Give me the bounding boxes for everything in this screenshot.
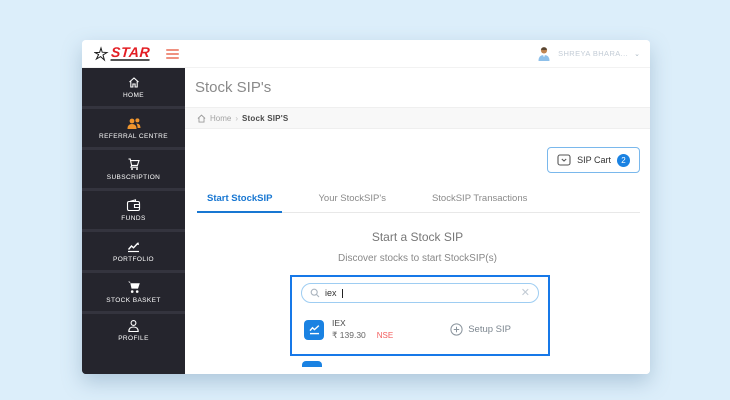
sidebar-item-stock-basket[interactable]: STOCK BASKET [82, 273, 185, 311]
user-name: SHREYA BHARA... [558, 49, 629, 58]
sidebar-item-home[interactable]: HOME [82, 68, 185, 106]
breadcrumb-current: Stock SIP'S [242, 113, 289, 123]
sip-cart-button[interactable]: SIP Cart 2 [547, 147, 640, 173]
setup-sip-button[interactable]: Setup SIP [450, 323, 511, 336]
sidebar: HOME REFERRAL CENTRE SUBSCRIPTION FUNDS … [82, 68, 185, 374]
cart-filled-icon [127, 281, 141, 294]
chevron-down-icon: ⌄ [634, 50, 640, 58]
sip-cart-label: SIP Cart [577, 155, 611, 165]
breadcrumb-home-link[interactable]: Home [210, 114, 231, 123]
breadcrumb-separator: › [235, 113, 239, 123]
breadcrumb-home-icon [197, 114, 206, 123]
tab-bar: Start StockSIP Your StockSIP's StockSIP … [197, 189, 640, 213]
breadcrumb: Home › Stock SIP'S [185, 107, 650, 129]
stock-price: ₹ 139.30 [332, 330, 366, 340]
section-subheading: Discover stocks to start StockSIP(s) [338, 253, 497, 264]
stock-exchange-badge: NSE [376, 331, 394, 340]
app-window: STAR SHREYA BHARA... ⌄ HOME REFERRAL CEN… [82, 40, 650, 374]
tab-stocksip-transactions[interactable]: StockSIP Transactions [422, 189, 537, 213]
topbar: STAR SHREYA BHARA... ⌄ [82, 40, 650, 68]
sidebar-item-profile[interactable]: PROFILE [82, 314, 185, 374]
people-icon [126, 117, 142, 130]
tab-start-stocksip[interactable]: Start StockSIP [197, 189, 283, 213]
sidebar-item-subscription[interactable]: SUBSCRIPTION [82, 150, 185, 188]
cart-outline-icon [127, 158, 141, 171]
search-input-value: iex [325, 288, 337, 298]
chart-icon [126, 240, 141, 253]
plus-circle-icon [450, 323, 463, 336]
search-highlight-box: iex ✕ IEX ₹ 139.30 NSE Setup SIP [290, 275, 550, 356]
stock-chart-icon [304, 319, 324, 340]
sip-cart-count-badge: 2 [617, 153, 630, 167]
brand-logo-text: STAR [110, 44, 151, 61]
text-caret [341, 288, 343, 298]
star-logo-icon [94, 45, 109, 62]
main-content: Stock SIP's Home › Stock SIP'S SIP Cart … [185, 68, 650, 374]
stock-search-input[interactable]: iex ✕ [301, 283, 539, 303]
clear-search-icon[interactable]: ✕ [521, 287, 530, 299]
user-menu[interactable]: SHREYA BHARA... ⌄ [536, 45, 640, 62]
setup-sip-label: Setup SIP [468, 324, 511, 335]
wallet-icon [126, 198, 141, 212]
next-result-partial-icon [302, 361, 322, 367]
page-title: Stock SIP's [185, 68, 650, 107]
brand-logo[interactable]: STAR [94, 44, 151, 62]
stock-result-row: IEX ₹ 139.30 NSE Setup SIP [301, 318, 539, 341]
search-icon [310, 288, 320, 298]
stock-symbol: IEX [332, 318, 346, 328]
avatar [538, 47, 550, 61]
tab-your-stocksips[interactable]: Your StockSIP's [308, 189, 395, 213]
sip-cart-icon [557, 154, 571, 166]
sidebar-item-funds[interactable]: FUNDS [82, 191, 185, 229]
sidebar-item-portfolio[interactable]: PORTFOLIO [82, 232, 185, 270]
menu-icon[interactable] [166, 48, 180, 59]
home-icon [127, 76, 141, 89]
sidebar-item-referral-centre[interactable]: REFERRAL CENTRE [82, 109, 185, 147]
section-heading: Start a Stock SIP [371, 230, 464, 244]
person-icon [127, 319, 140, 332]
